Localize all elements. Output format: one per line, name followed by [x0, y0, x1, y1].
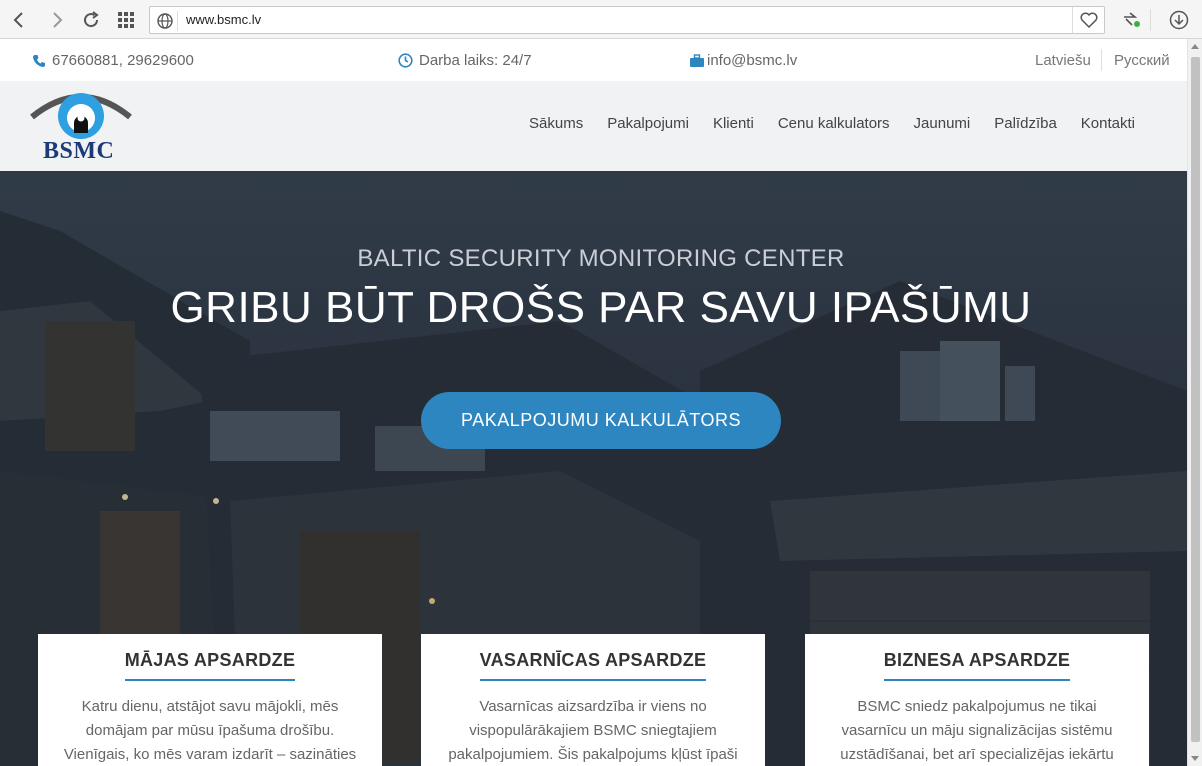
lang-divider — [1101, 49, 1102, 71]
lang-latvian[interactable]: Latviešu — [1035, 52, 1091, 69]
reload-button[interactable] — [78, 7, 104, 33]
card-text: Katru dienu, atstājot savu mājokli, mēs … — [63, 698, 357, 763]
working-hours: Darba laiks: 24/7 — [419, 52, 532, 69]
back-button[interactable] — [6, 7, 32, 33]
phone-number[interactable]: 67660881, 29629600 — [52, 52, 194, 69]
hours-info: Darba laiks: 24/7 — [398, 52, 532, 69]
card-title[interactable]: MĀJAS APSARDZE — [124, 650, 296, 681]
hero-section: BALTIC SECURITY MONITORING CENTER GRIBU … — [0, 171, 1187, 766]
download-icon — [1169, 10, 1189, 30]
menu-item-kontakti[interactable]: Kontakti — [1069, 115, 1147, 132]
card-title[interactable]: VASARNĪCAS APSARDZE — [479, 650, 707, 681]
chevron-right-icon — [53, 12, 63, 28]
menu-item-cenu-kalkulators[interactable]: Cenu kalkulators — [766, 115, 902, 132]
card-home-security[interactable]: MĀJAS APSARDZE Katru dienu, atstājot sav… — [38, 634, 382, 766]
heart-icon — [1080, 12, 1097, 28]
site-header: BSMC Sākums Pakalpojumi Klienti Cenu kal… — [0, 81, 1187, 171]
email-link[interactable]: info@bsmc.lv — [707, 52, 797, 69]
phone-info: 67660881, 29629600 — [32, 52, 194, 69]
grid-icon — [118, 12, 134, 28]
logo-text: BSMC — [43, 138, 115, 164]
globe-icon — [157, 13, 173, 29]
briefcase-icon — [690, 53, 704, 67]
scroll-up-arrow[interactable] — [1191, 44, 1199, 49]
menu-item-pakalpojumi[interactable]: Pakalpojumi — [595, 115, 701, 132]
card-text: BSMC sniedz pakalpojumus ne tikai vasarn… — [840, 698, 1114, 763]
bookmark-button[interactable] — [1072, 7, 1104, 33]
clock-icon — [398, 53, 413, 68]
card-title[interactable]: BIZNESA APSARDZE — [883, 650, 1071, 681]
downloads-button[interactable] — [1166, 7, 1192, 33]
forward-button[interactable] — [44, 7, 70, 33]
card-cottage-security[interactable]: VASARNĪCAS APSARDZE Vasarnīcas aizsardzī… — [421, 634, 765, 766]
page-scrollbar[interactable] — [1187, 39, 1202, 766]
hero-title: GRIBU BŪT DROŠS PAR SAVU IPAŠŪMU — [170, 283, 1032, 332]
speed-dial-button[interactable] — [113, 7, 139, 33]
email-info: info@bsmc.lv — [689, 52, 797, 69]
menu-item-jaunumi[interactable]: Jaunumi — [902, 115, 983, 132]
address-bar[interactable]: www.bsmc.lv — [149, 6, 1105, 34]
card-business-security[interactable]: BIZNESA APSARDZE BSMC sniedz pakalpojumu… — [805, 634, 1149, 766]
main-menu: Sākums Pakalpojumi Klienti Cenu kalkulat… — [517, 115, 1147, 132]
extension-button[interactable] — [1118, 7, 1144, 33]
scrollbar-thumb[interactable] — [1191, 57, 1200, 742]
address-divider — [177, 11, 178, 31]
url-text[interactable]: www.bsmc.lv — [186, 12, 261, 27]
calculator-button[interactable]: PAKALPOJUMU KALKULĀTORS — [421, 392, 781, 449]
menu-item-klienti[interactable]: Klienti — [701, 115, 766, 132]
toolbar-divider — [1150, 9, 1151, 31]
phone-icon — [33, 54, 45, 67]
top-info-bar: 67660881, 29629600 Darba laiks: 24/7 inf… — [0, 39, 1187, 81]
browser-toolbar: www.bsmc.lv — [0, 0, 1202, 39]
chevron-left-icon — [13, 12, 23, 28]
lang-russian[interactable]: Русский — [1114, 52, 1170, 69]
card-text: Vasarnīcas aizsardzība ir viens no vispo… — [448, 698, 738, 763]
scroll-down-arrow[interactable] — [1191, 756, 1199, 761]
hero-subtitle: BALTIC SECURITY MONITORING CENTER — [357, 245, 845, 272]
menu-item-palidziba[interactable]: Palīdzība — [982, 115, 1069, 132]
menu-item-sakums[interactable]: Sākums — [517, 115, 595, 132]
reload-icon — [84, 11, 99, 28]
turbo-icon — [1124, 12, 1140, 27]
